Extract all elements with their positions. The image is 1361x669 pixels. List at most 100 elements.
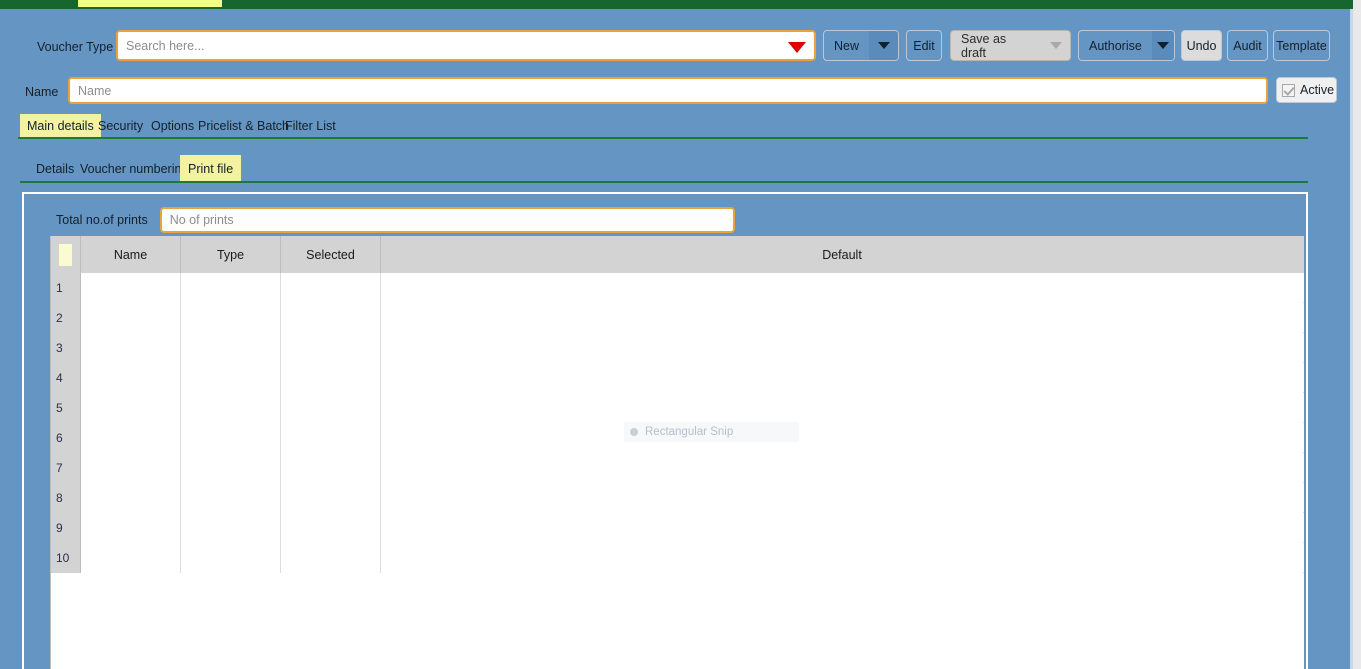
- row-number: 6: [51, 423, 81, 453]
- new-split-button[interactable]: New: [823, 30, 899, 61]
- cell-default[interactable]: [381, 453, 1303, 483]
- table-row[interactable]: 9: [51, 513, 1304, 543]
- column-label: Name: [113, 247, 148, 262]
- cell-name[interactable]: [81, 513, 181, 543]
- cell-name[interactable]: [81, 273, 181, 303]
- cell-type[interactable]: [181, 273, 281, 303]
- new-button-label[interactable]: New: [824, 31, 869, 60]
- cell-name[interactable]: [81, 483, 181, 513]
- cell-default[interactable]: [381, 543, 1303, 573]
- name-row: Name Active: [0, 77, 1361, 107]
- dropdown-triangle-icon[interactable]: [788, 42, 806, 53]
- row-number: 4: [51, 363, 81, 393]
- cell-selected[interactable]: [281, 423, 381, 453]
- active-checkbox-group[interactable]: Active: [1276, 77, 1337, 103]
- cell-type[interactable]: [181, 393, 281, 423]
- grid-header-name[interactable]: Name: [81, 236, 181, 273]
- tab-filter-list[interactable]: Filter List: [278, 114, 343, 138]
- total-prints-input[interactable]: [161, 209, 733, 231]
- tab-voucher-numbering[interactable]: Voucher numbering: [72, 155, 196, 182]
- cell-type[interactable]: [181, 543, 281, 573]
- table-row[interactable]: 6: [51, 423, 1304, 453]
- template-button-label: Template: [1276, 38, 1327, 53]
- tab-security[interactable]: Security: [91, 114, 150, 138]
- table-row[interactable]: 5: [51, 393, 1304, 423]
- save-as-draft-dropdown-arrow[interactable]: [1041, 31, 1070, 60]
- tab-print-file[interactable]: Print file: [180, 155, 242, 182]
- cell-selected[interactable]: [281, 363, 381, 393]
- total-prints-row: Total no.of prints: [56, 207, 735, 233]
- cell-default[interactable]: [381, 363, 1303, 393]
- cell-name[interactable]: [81, 453, 181, 483]
- grid-header-type[interactable]: Type: [181, 236, 281, 273]
- save-as-draft-button-label[interactable]: Save as draft: [951, 31, 1041, 60]
- authorise-button-label[interactable]: Authorise: [1079, 31, 1152, 60]
- row-number: 8: [51, 483, 81, 513]
- main-tab-divider: [18, 137, 1308, 139]
- cell-type[interactable]: [181, 483, 281, 513]
- cell-name[interactable]: [81, 543, 181, 573]
- cell-type[interactable]: [181, 333, 281, 363]
- cell-default[interactable]: [381, 303, 1303, 333]
- name-input[interactable]: [78, 79, 1258, 102]
- select-all-cell[interactable]: [59, 243, 72, 266]
- authorise-dropdown-arrow[interactable]: [1151, 31, 1174, 60]
- save-as-draft-split-button[interactable]: Save as draft: [950, 30, 1071, 61]
- cell-type[interactable]: [181, 303, 281, 333]
- cell-default[interactable]: [381, 513, 1303, 543]
- table-row[interactable]: 4: [51, 363, 1304, 393]
- cell-selected[interactable]: [281, 393, 381, 423]
- cell-default[interactable]: [381, 423, 1303, 453]
- audit-button[interactable]: Audit: [1227, 30, 1268, 61]
- column-label: Type: [216, 247, 245, 262]
- window-right-edge: [1353, 0, 1361, 669]
- cell-name[interactable]: [81, 363, 181, 393]
- template-button[interactable]: Template: [1273, 30, 1330, 61]
- cell-selected[interactable]: [281, 273, 381, 303]
- total-prints-field-box[interactable]: [159, 207, 735, 233]
- table-row[interactable]: 2: [51, 303, 1304, 333]
- name-field-box[interactable]: [68, 77, 1268, 104]
- new-dropdown-arrow[interactable]: [869, 31, 898, 60]
- cell-name[interactable]: [81, 303, 181, 333]
- table-row[interactable]: 8: [51, 483, 1304, 513]
- grid-header-selected[interactable]: Selected: [281, 236, 381, 273]
- table-row[interactable]: 10: [51, 543, 1304, 573]
- cell-type[interactable]: [181, 453, 281, 483]
- tab-label: Print file: [188, 161, 234, 176]
- cell-selected[interactable]: [281, 483, 381, 513]
- active-checkbox[interactable]: [1282, 83, 1295, 97]
- cell-type[interactable]: [181, 423, 281, 453]
- cell-type[interactable]: [181, 513, 281, 543]
- top-accent-bar: [0, 0, 1361, 9]
- cell-selected[interactable]: [281, 513, 381, 543]
- cell-default[interactable]: [381, 483, 1303, 513]
- main-tab-bar: Main details Security Options Pricelist …: [0, 114, 1361, 139]
- cell-default[interactable]: [381, 393, 1303, 423]
- cell-name[interactable]: [81, 333, 181, 363]
- tab-label: Voucher numbering: [80, 161, 189, 176]
- cell-default[interactable]: [381, 273, 1303, 303]
- edit-button[interactable]: Edit: [906, 30, 942, 61]
- grid-header-default[interactable]: Default: [381, 236, 1303, 273]
- voucher-type-label: Voucher Type: [37, 40, 114, 54]
- voucher-type-search-box[interactable]: [116, 30, 816, 61]
- cell-selected[interactable]: [281, 453, 381, 483]
- cell-name[interactable]: [81, 423, 181, 453]
- authorise-split-button[interactable]: Authorise: [1078, 30, 1175, 61]
- tab-main-details[interactable]: Main details: [20, 114, 101, 138]
- cell-selected[interactable]: [281, 333, 381, 363]
- cell-name[interactable]: [81, 393, 181, 423]
- top-accent-highlight: [78, 0, 222, 7]
- print-file-grid[interactable]: Name Type Selected Default 1 2 3 4 5 6 7 8 9 10: [50, 236, 1304, 669]
- undo-button[interactable]: Undo: [1181, 30, 1222, 61]
- table-row[interactable]: 7: [51, 453, 1304, 483]
- voucher-type-search-input[interactable]: [126, 32, 766, 59]
- cell-type[interactable]: [181, 363, 281, 393]
- cell-selected[interactable]: [281, 543, 381, 573]
- cell-selected[interactable]: [281, 303, 381, 333]
- cell-default[interactable]: [381, 333, 1303, 363]
- row-number: 7: [51, 453, 81, 483]
- table-row[interactable]: 1: [51, 273, 1304, 303]
- table-row[interactable]: 3: [51, 333, 1304, 363]
